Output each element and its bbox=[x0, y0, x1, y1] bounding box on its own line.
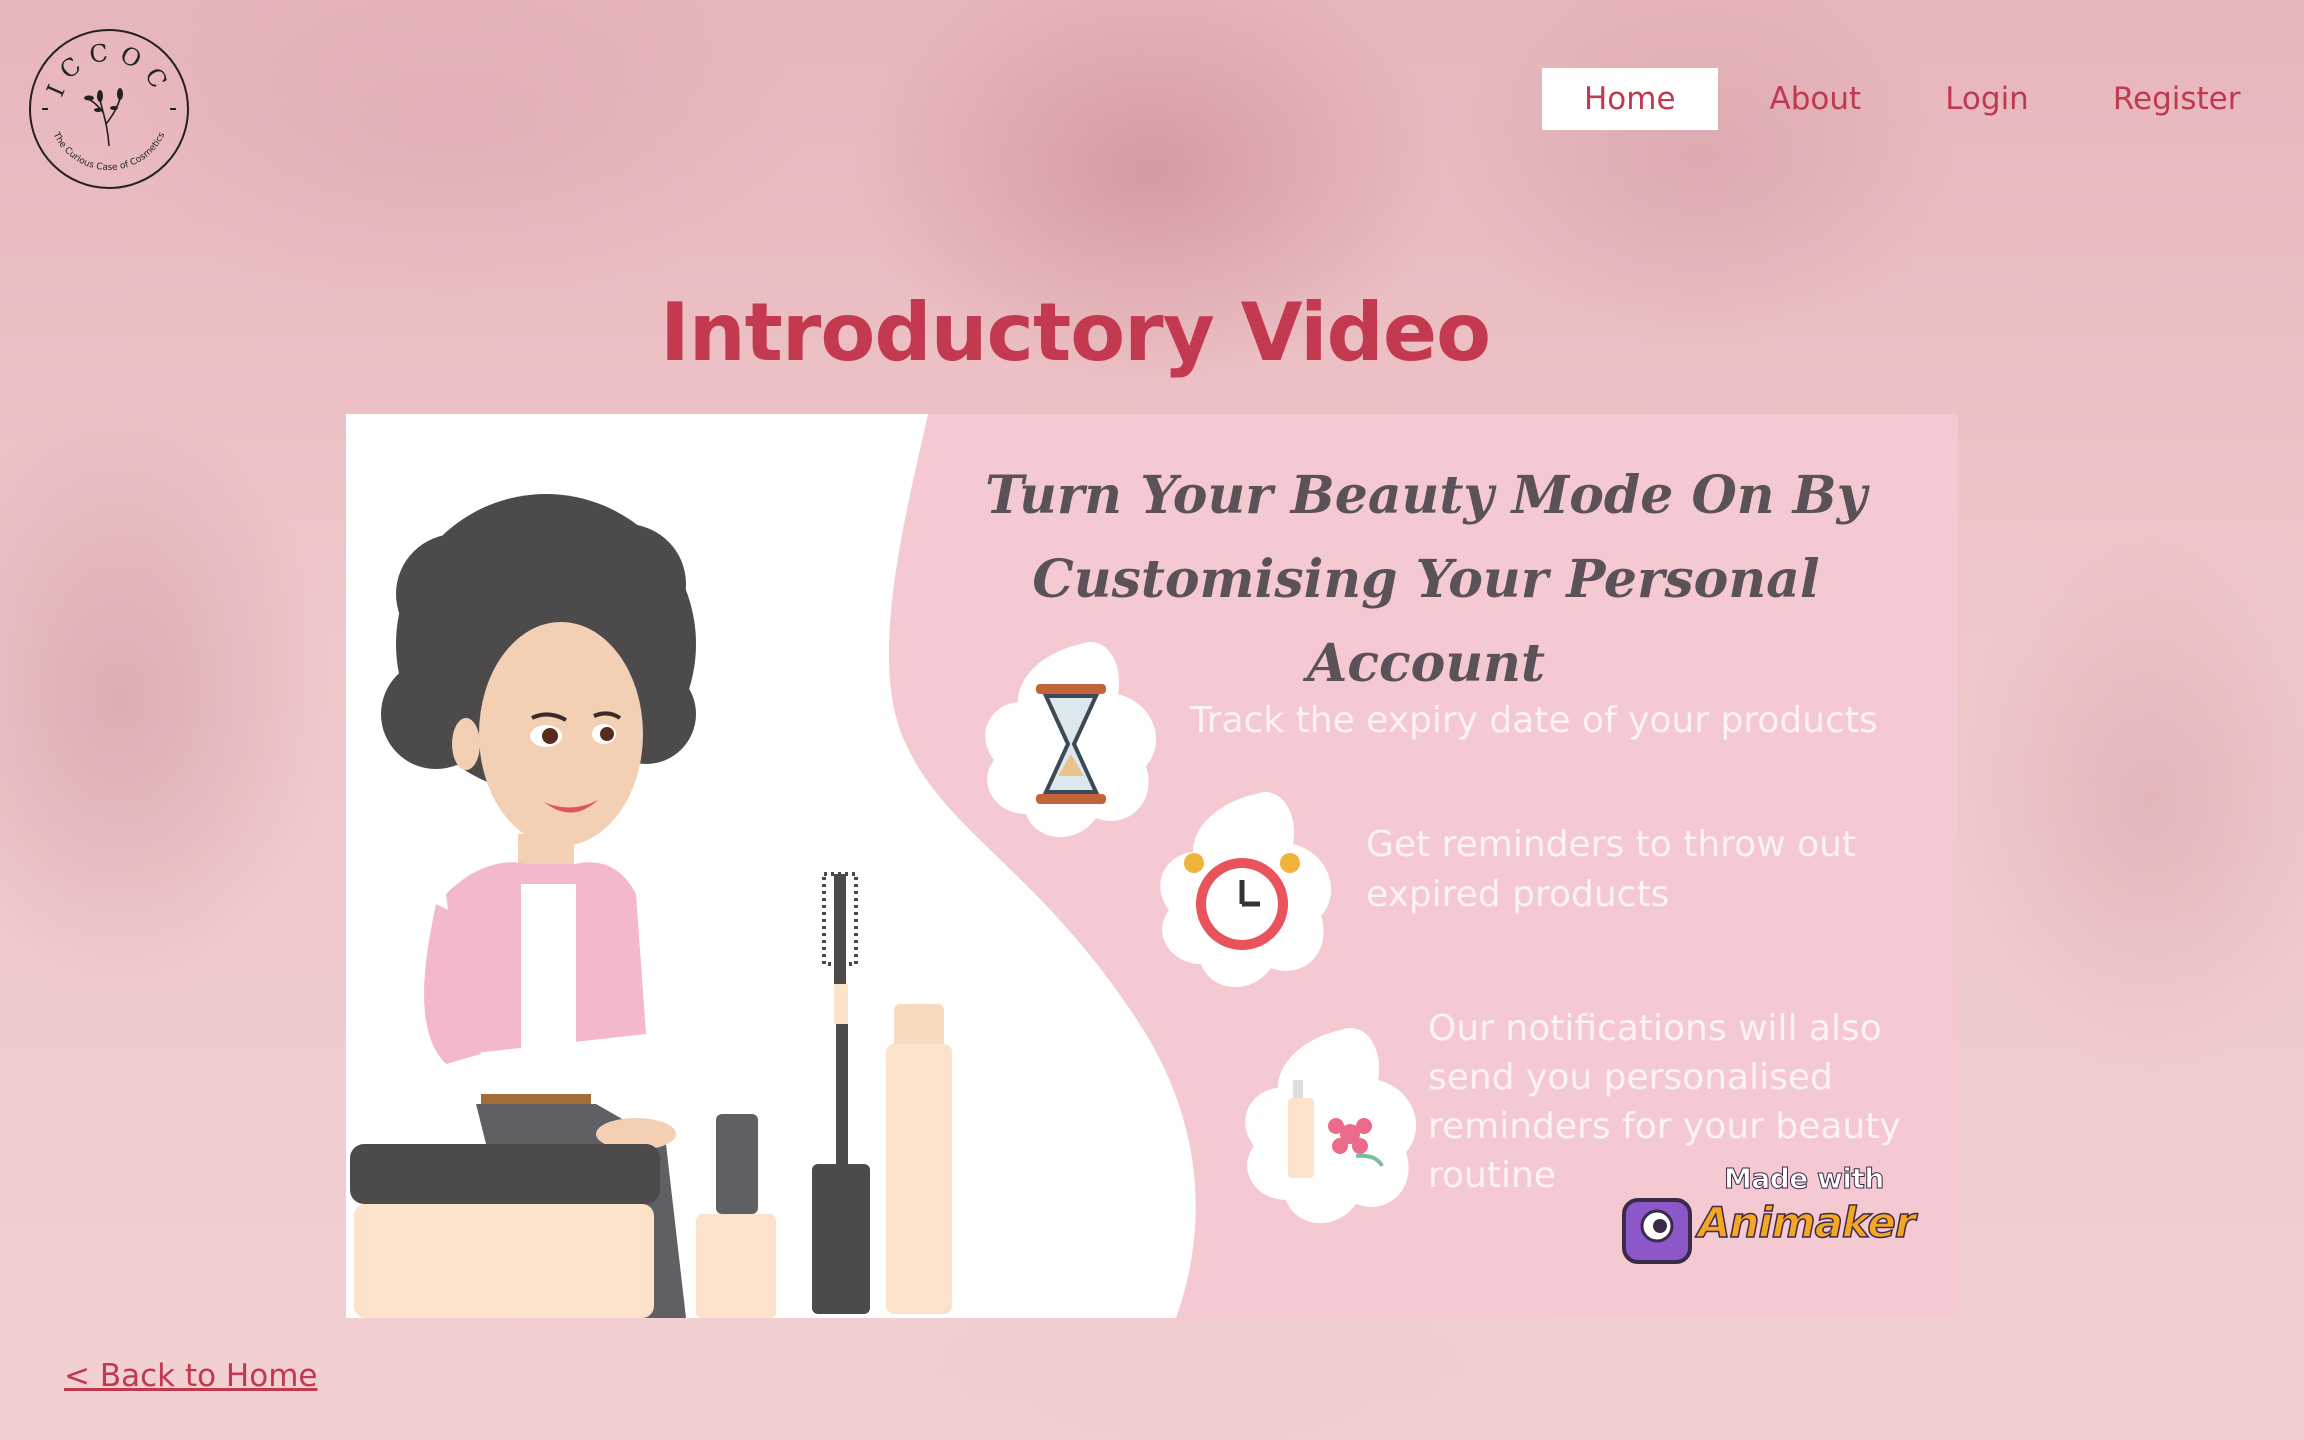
foundation-bottle-illustration bbox=[886, 1004, 952, 1314]
nav-home-link[interactable]: Home bbox=[1542, 68, 1718, 130]
feature-reminders: Get reminders to throw out expired produ… bbox=[1366, 824, 1857, 915]
back-to-home-link[interactable]: < Back to Home bbox=[64, 1358, 317, 1394]
branch-icon bbox=[89, 97, 121, 147]
video-headline-line-2: Customising Your Personal Account bbox=[1032, 549, 1820, 694]
svg-text:ICCOC: ICCOC bbox=[41, 38, 177, 101]
nav-about-link[interactable]: About bbox=[1728, 68, 1904, 130]
main-nav: Home About Login Register bbox=[1542, 68, 2282, 130]
badge-made-with-text: Made with bbox=[1724, 1162, 1885, 1196]
video-headline: Turn Your Beauty Mode On By Customising … bbox=[966, 454, 1886, 706]
video-headline-line-1: Turn Your Beauty Mode On By bbox=[985, 465, 1867, 526]
page-title: Introductory Video bbox=[659, 286, 1491, 379]
site-logo[interactable]: ICCOC The Curious Case of Cosmetics bbox=[28, 28, 190, 190]
logo-text: ICCOC bbox=[41, 38, 168, 101]
badge-brand-text: Animaker bbox=[1697, 1197, 1916, 1248]
nav-login-link[interactable]: Login bbox=[1903, 68, 2071, 130]
feature-expiry-tracking: Track the expiry date of your products bbox=[1190, 700, 1878, 741]
intro-video-player[interactable]: Turn Your Beauty Mode On By Customising … bbox=[346, 414, 1958, 1318]
made-with-animaker-badge: Made with Animaker bbox=[1606, 1162, 1916, 1280]
nav-register-link[interactable]: Register bbox=[2071, 68, 2283, 130]
